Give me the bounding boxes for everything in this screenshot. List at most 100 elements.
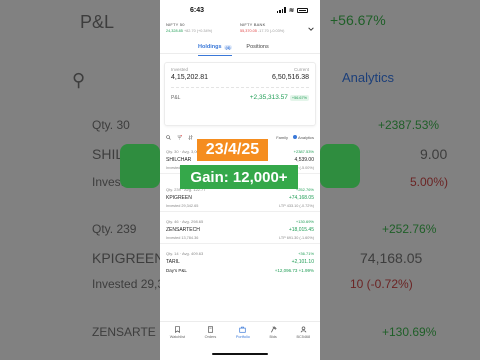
holding-ltp: +18,015.45 bbox=[288, 227, 314, 233]
bg-row-6-right: +130.69% bbox=[382, 325, 437, 339]
index-values: 24,328.85 +82.70 (+0.34%) bbox=[166, 29, 240, 33]
search-icon: ⚲ bbox=[72, 70, 86, 90]
index-name: NIFTY 50 bbox=[166, 22, 185, 27]
background-left: P&L ⚲ Qty. 30 SHILCH Invested Qty. 239 K… bbox=[0, 0, 164, 360]
bookmark-icon bbox=[174, 326, 180, 333]
invested-value: 4,15,202.81 bbox=[171, 74, 208, 81]
holding-ltp: +2,101.10 bbox=[291, 259, 314, 265]
bg-row-3: Qty. 239 bbox=[92, 222, 137, 236]
holding-qty: Qty. 239 bbox=[166, 187, 181, 192]
pnl-label: P&L bbox=[171, 94, 181, 101]
nav-account[interactable]: BC5468 bbox=[296, 322, 310, 345]
home-indicator[interactable] bbox=[212, 353, 268, 355]
analytics-label: Analytics bbox=[297, 134, 314, 140]
book-icon bbox=[208, 326, 213, 333]
holding-ltp-label: LTP 691.30 (-1.60%) bbox=[279, 236, 314, 240]
bg-row-4-right: 74,168.05 bbox=[360, 250, 423, 266]
bg-row-4: KPIGREEN bbox=[92, 250, 165, 266]
index-value: 55,370.05 bbox=[240, 29, 257, 33]
bg-row-5-right: 10 (-0.72%) bbox=[350, 277, 413, 291]
nav-label: BC5468 bbox=[296, 335, 311, 339]
index-change: +82.70 (+0.34%) bbox=[183, 29, 213, 33]
status-bar: 6:43 ≋ bbox=[160, 0, 320, 20]
summary-top-row: Invested 4,15,202.81 Current 6,50,516.38 bbox=[171, 67, 309, 81]
search-icon[interactable] bbox=[166, 134, 171, 140]
nav-label: Watchlist bbox=[169, 335, 186, 339]
holding-row-zensartech[interactable]: Qty. 46 · Avg. 298.65 +130.69% ZENSARTECH… bbox=[160, 216, 320, 244]
bg-pct-main: +56.67% bbox=[330, 12, 386, 28]
bg-pl-title: P&L bbox=[80, 12, 115, 32]
index-values: 55,370.05 -17.70 (-0.03%) bbox=[240, 29, 314, 33]
holding-pct: +130.69% bbox=[295, 219, 314, 224]
days-pnl-pct: +1.99% bbox=[298, 268, 314, 273]
user-icon bbox=[300, 326, 307, 333]
status-time: 6:43 bbox=[190, 6, 205, 14]
tab-positions-label: Positions bbox=[246, 44, 269, 50]
bg-badge-right bbox=[320, 144, 360, 188]
summary-divider bbox=[171, 87, 309, 88]
bg-row-3-right: +252.76% bbox=[382, 222, 437, 236]
holding-qty: Qty. 30 bbox=[166, 149, 179, 154]
status-icons: ≋ bbox=[276, 7, 308, 14]
holding-qty: Qty. 14 bbox=[166, 251, 179, 256]
bg-row-5: Invested 29,3 bbox=[92, 277, 165, 291]
nav-orders[interactable]: Orders bbox=[204, 322, 217, 345]
portfolio-summary-card: Invested 4,15,202.81 Current 6,50,516.38… bbox=[164, 62, 316, 126]
index-change: -17.70 (-0.03%) bbox=[257, 29, 285, 33]
bg-row-2-right: 5.00%) bbox=[410, 175, 449, 189]
market-indices[interactable]: NIFTY 50 24,328.85 +82.70 (+0.34%) NIFTY… bbox=[160, 20, 320, 38]
toolbar-right: Family Analytics bbox=[276, 135, 314, 140]
tab-positions[interactable]: Positions bbox=[246, 41, 268, 53]
holding-ltp: 4,539.00 bbox=[294, 157, 314, 163]
bg-analytics: Analytics bbox=[342, 70, 395, 85]
holding-pct: +252.76% bbox=[295, 187, 314, 192]
gavel-icon bbox=[270, 326, 277, 333]
nav-label: Portfolio bbox=[235, 335, 250, 339]
filter-icon[interactable] bbox=[177, 134, 182, 140]
index-nifty50[interactable]: NIFTY 50 24,328.85 +82.70 (+0.34%) bbox=[166, 22, 240, 38]
holding-name: SHILCHAR bbox=[166, 157, 192, 163]
bg-row-6: ZENSARTE bbox=[92, 325, 156, 339]
nav-label: Orders bbox=[204, 335, 217, 339]
holding-name: TARIL bbox=[166, 259, 180, 265]
overlay-date-label: 23/4/25 bbox=[197, 139, 268, 161]
holding-pct: +2387.53% bbox=[293, 149, 314, 154]
current-value: 6,50,516.38 bbox=[272, 74, 309, 81]
tab-holdings[interactable]: Holdings (4) bbox=[198, 41, 233, 56]
index-niftybank[interactable]: NIFTY BANK 55,370.05 -17.70 (-0.03%) bbox=[240, 22, 314, 38]
nav-watchlist[interactable]: Watchlist bbox=[170, 322, 185, 345]
pnl-value-wrap: +2,35,313.57 +56.67% bbox=[250, 94, 309, 101]
nav-bids[interactable]: Bids bbox=[269, 322, 277, 345]
pnl-pct-badge: +56.67% bbox=[289, 94, 309, 101]
chevron-down-icon[interactable] bbox=[308, 26, 314, 32]
holding-invested: Invested 13,784.36 bbox=[166, 236, 199, 240]
holding-avg: Avg. 409.63 bbox=[181, 251, 204, 256]
video-frame: P&L ⚲ Qty. 30 SHILCH Invested Qty. 239 K… bbox=[0, 0, 480, 360]
family-button[interactable]: Family bbox=[276, 135, 288, 140]
holdings-count-badge: (4) bbox=[223, 44, 233, 50]
portfolio-tabs: Holdings (4) Positions bbox=[160, 38, 320, 56]
nav-portfolio[interactable]: Portfolio bbox=[236, 322, 250, 345]
family-label: Family bbox=[276, 134, 288, 140]
analytics-icon bbox=[292, 135, 297, 140]
overlay-gain-label: Gain: 12,000+ bbox=[180, 165, 298, 189]
nav-label: Bids bbox=[269, 335, 277, 339]
holding-name: ZENSARTECH bbox=[166, 227, 200, 233]
holding-ltp: +74,168.05 bbox=[288, 195, 314, 201]
invested-label: Invested bbox=[171, 67, 189, 72]
tab-holdings-label: Holdings bbox=[198, 44, 222, 50]
analytics-button[interactable]: Analytics bbox=[292, 134, 314, 140]
battery-icon bbox=[297, 7, 308, 13]
background-right: +56.67% Analytics +2387.53% 9.00 5.00%) … bbox=[320, 0, 480, 360]
days-pnl-value: +12,096.73 bbox=[274, 268, 298, 273]
holding-qty: Qty. 46 bbox=[166, 219, 179, 224]
bg-badge-left bbox=[120, 144, 160, 188]
holding-row-taril[interactable]: Qty. 14 · Avg. 409.63 +36.71% TARIL +2,101… bbox=[160, 248, 320, 276]
wifi-icon: ≋ bbox=[288, 7, 294, 14]
bg-row-1-right: 9.00 bbox=[420, 146, 448, 162]
holding-ltp-label: LTP 433.10 (-0.72%) bbox=[279, 204, 314, 208]
holding-invested: Invested 29,342.65 bbox=[166, 204, 199, 208]
holding-avg: Avg. 298.65 bbox=[181, 219, 204, 224]
days-pnl-label: Day's P&L bbox=[166, 268, 187, 273]
sort-icon[interactable] bbox=[188, 134, 193, 140]
